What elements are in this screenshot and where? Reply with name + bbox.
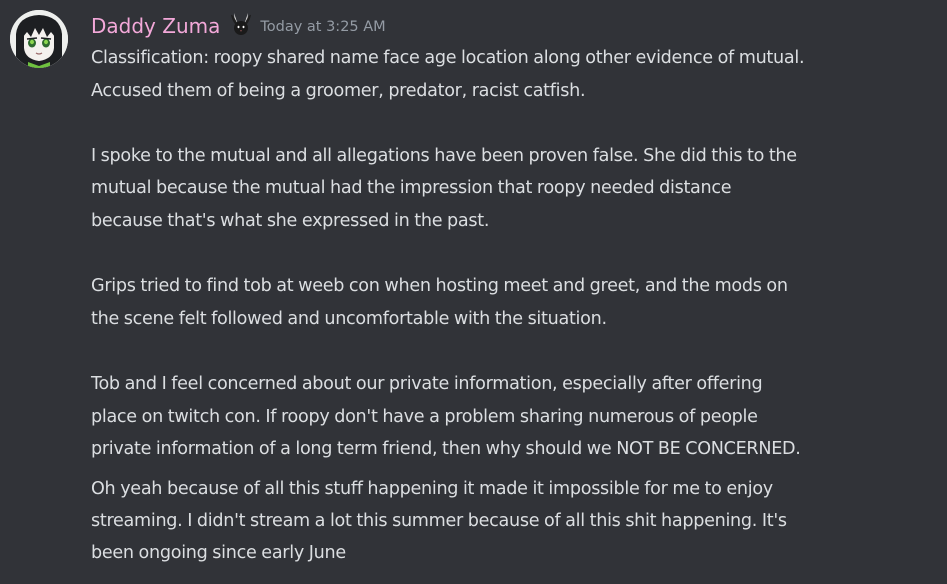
message-line: mutual because the mutual had the impres… bbox=[91, 178, 732, 199]
chat-message: Daddy Zuma Today at 3:25 AM Classificati… bbox=[0, 0, 947, 584]
user-avatar[interactable] bbox=[10, 10, 68, 68]
message-line: Tob and I feel concerned about our priva… bbox=[91, 373, 763, 394]
message-line: private information of a long term frien… bbox=[91, 439, 801, 460]
message-line: the scene felt followed and uncomfortabl… bbox=[91, 308, 607, 329]
message-timestamp[interactable]: Today at 3:25 AM bbox=[260, 19, 385, 35]
author-name[interactable]: Daddy Zuma bbox=[91, 14, 220, 38]
message-header: Daddy Zuma Today at 3:25 AM bbox=[91, 10, 386, 42]
message-line: because that's what she expressed in the… bbox=[91, 210, 490, 231]
bunny-role-icon[interactable] bbox=[228, 11, 254, 37]
message-line: Grips tried to find tob at weeb con when… bbox=[91, 276, 788, 297]
message-line: I spoke to the mutual and all allegation… bbox=[91, 145, 797, 166]
followup-message-line: streaming. I didn't stream a lot this su… bbox=[91, 510, 787, 531]
message-content: Classification: roopy shared name face a… bbox=[91, 42, 943, 569]
followup-message-line: Oh yeah because of all this stuff happen… bbox=[91, 478, 773, 499]
message-line: place on twitch con. If roopy don't have… bbox=[91, 406, 758, 427]
anime-girl-avatar-icon bbox=[10, 10, 68, 68]
message-line: Classification: roopy shared name face a… bbox=[91, 48, 805, 68]
followup-message-line: been ongoing since early June bbox=[91, 543, 346, 564]
message-line: Accused them of being a groomer, predato… bbox=[91, 80, 586, 101]
